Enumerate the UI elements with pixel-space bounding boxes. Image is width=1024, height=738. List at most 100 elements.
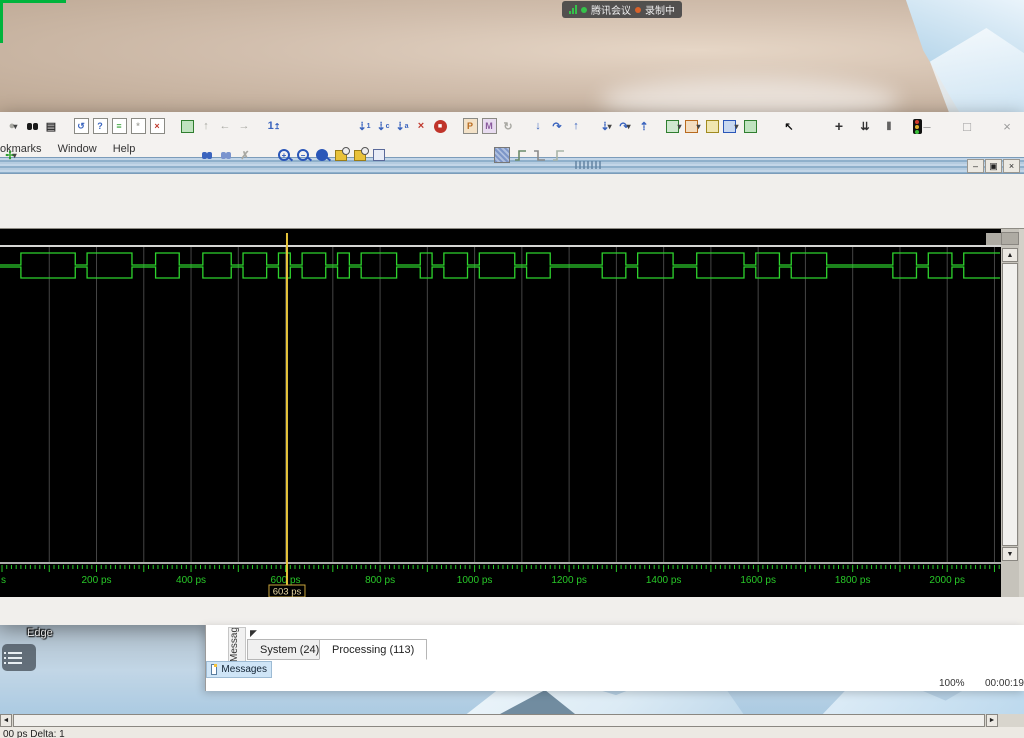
- meeting-status-bar[interactable]: 腾讯会议 录制中: [562, 1, 682, 18]
- scrollbar-corner: [1001, 232, 1019, 245]
- restore-runlength-icon[interactable]: 1↥: [265, 118, 283, 135]
- step-into-icon[interactable]: ↓: [529, 118, 547, 135]
- hscroll-thumb[interactable]: [13, 714, 985, 727]
- next-rising-edge-icon[interactable]: [550, 147, 568, 164]
- navigate-up-icon[interactable]: ↑: [197, 118, 215, 135]
- stop-icon[interactable]: ■: [431, 118, 449, 135]
- scroll-down-icon[interactable]: ▼: [1002, 547, 1018, 561]
- find-icon[interactable]: [23, 118, 41, 135]
- svg-text:1800 ps: 1800 ps: [835, 575, 871, 586]
- messages-side-tab-label: Messages: [229, 627, 240, 662]
- svg-text:600 ps: 600 ps: [271, 575, 301, 586]
- tab-messages-label: Messages: [221, 664, 267, 675]
- scroll-left-icon[interactable]: ◄: [0, 714, 12, 727]
- search-prev-icon[interactable]: [217, 147, 235, 164]
- refresh-icon[interactable]: ↻: [499, 118, 517, 135]
- stoplight-icon[interactable]: [908, 118, 926, 135]
- tab-messages[interactable]: Messages: [206, 661, 272, 678]
- svg-text:1000 ps: 1000 ps: [457, 575, 493, 586]
- window-close-button[interactable]: ×: [996, 117, 1018, 135]
- tab-system-label: System (24): [260, 644, 319, 656]
- expand-all-icon[interactable]: ✢▾: [2, 147, 20, 164]
- step-out-icon[interactable]: ↑: [567, 118, 585, 135]
- navigate-back-icon[interactable]: ←: [216, 118, 234, 135]
- profile-report-icon[interactable]: P: [461, 118, 479, 135]
- svg-text:1400 ps: 1400 ps: [646, 575, 682, 586]
- copy-window-icon[interactable]: [178, 118, 196, 135]
- navigate-forward-icon[interactable]: →: [235, 118, 253, 135]
- edit-mode-button[interactable]: ⫼: [877, 115, 901, 137]
- zoom-range-icon[interactable]: [370, 147, 388, 164]
- run-all-icon[interactable]: ⇣a: [393, 118, 411, 135]
- svg-text:1600 ps: 1600 ps: [740, 575, 776, 586]
- svg-text:200 ps: 200 ps: [82, 575, 112, 586]
- menu-window[interactable]: Window: [50, 143, 105, 155]
- mdi-restore-button[interactable]: ▣: [985, 159, 1002, 173]
- next-transition-icon[interactable]: [512, 147, 530, 164]
- step-into-current-icon[interactable]: ⇣▾: [597, 118, 615, 135]
- add-selected-to-wave-icon[interactable]: ▾: [665, 118, 683, 135]
- grid-icon[interactable]: [493, 147, 511, 164]
- screenshare-border-icon: [0, 0, 66, 3]
- wave-status-bar: 00 ps Delta: 1: [0, 727, 1024, 738]
- search-stop-icon[interactable]: ✗: [236, 147, 254, 164]
- scroll-right-icon[interactable]: ►: [986, 714, 998, 727]
- menu-help[interactable]: Help: [105, 143, 144, 155]
- stop-sim-icon[interactable]: ×: [148, 118, 166, 135]
- run-once-icon[interactable]: ⇣1: [355, 118, 373, 135]
- reload-format-icon[interactable]: [741, 118, 759, 135]
- svg-text:2000 ps: 2000 ps: [929, 575, 965, 586]
- break-now-icon[interactable]: ×: [412, 118, 430, 135]
- task-list-widget-icon[interactable]: [2, 644, 36, 671]
- break-icon[interactable]: *: [129, 118, 147, 135]
- wave-panel[interactable]: s 200 ps 400 ps 600 ps 800 ps 1000 ps 1200 ps 1…: [0, 228, 1024, 597]
- window-maximize-button[interactable]: □: [956, 117, 978, 135]
- run-continue-icon[interactable]: ⇣c: [374, 118, 392, 135]
- vscroll-thumb[interactable]: [1002, 263, 1018, 546]
- tab-processing[interactable]: Processing (113): [319, 639, 427, 660]
- svg-text:1200 ps: 1200 ps: [551, 575, 587, 586]
- svg-text:603 ps: 603 ps: [273, 587, 302, 598]
- select-pointer-icon: ↖: [780, 118, 798, 135]
- scroll-up-icon[interactable]: ▲: [1002, 248, 1018, 262]
- wave-vscrollbar[interactable]: ▲ ▼: [1001, 229, 1019, 597]
- window-edge: [1019, 229, 1024, 597]
- now-delta-label: 00 ps Delta: 1: [3, 729, 65, 738]
- svg-text:800 ps: 800 ps: [365, 575, 395, 586]
- zoom-out-icon[interactable]: −: [294, 147, 312, 164]
- scrollbar-corner: [1000, 714, 1024, 727]
- zoom-cursor-icon[interactable]: [332, 147, 350, 164]
- screenshare-border-icon: [0, 0, 3, 43]
- step-out-current-icon[interactable]: ⇡: [635, 118, 653, 135]
- edge-desktop-icon-label[interactable]: Edge: [27, 627, 53, 639]
- step-over-current-icon[interactable]: ↷▾: [616, 118, 634, 135]
- svg-text:400 ps: 400 ps: [176, 575, 206, 586]
- zoom-full-icon[interactable]: [313, 147, 331, 164]
- zoom-in-icon[interactable]: +: [275, 147, 293, 164]
- run-icon[interactable]: ≡: [110, 118, 128, 135]
- next-falling-edge-icon[interactable]: [531, 147, 549, 164]
- mdi-close-button[interactable]: ×: [1003, 159, 1020, 173]
- step-over-icon[interactable]: ↷: [548, 118, 566, 135]
- edit-window-icon[interactable]: [703, 118, 721, 135]
- pan-icon: +: [830, 118, 848, 135]
- history-icon[interactable]: ●▾: [4, 118, 22, 135]
- memory-report-icon[interactable]: M: [480, 118, 498, 135]
- select-mode-button[interactable]: ↖: [777, 115, 801, 137]
- wave-hscrollbar[interactable]: ◄ ►: [0, 714, 1000, 727]
- zoom-last-icon[interactable]: [351, 147, 369, 164]
- waveform-plot[interactable]: s 200 ps 400 ps 600 ps 800 ps 1000 ps 1200 ps 1…: [0, 229, 1001, 597]
- svg-text:s: s: [1, 575, 6, 586]
- restart-icon[interactable]: ↺: [72, 118, 90, 135]
- pin-icon[interactable]: ◤: [250, 628, 257, 639]
- reload-icon[interactable]: ?: [91, 118, 109, 135]
- save-format-icon[interactable]: ▾: [722, 118, 740, 135]
- add-to-window-icon[interactable]: ▾: [684, 118, 702, 135]
- two-cursor-mode-button[interactable]: ⇊: [852, 115, 876, 137]
- note-icon: [211, 664, 217, 675]
- mdi-minimize-button[interactable]: –: [967, 159, 984, 173]
- expand-tree-icon[interactable]: ▤: [42, 118, 60, 135]
- drag-grip-icon[interactable]: [575, 161, 601, 169]
- search-next-icon[interactable]: [198, 147, 216, 164]
- pan-mode-button[interactable]: +: [827, 115, 851, 137]
